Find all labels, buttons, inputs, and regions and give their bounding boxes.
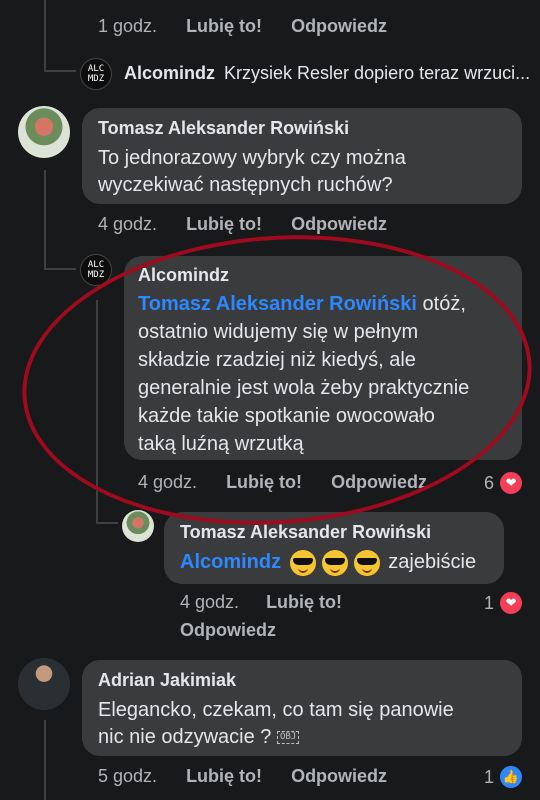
adrian-comment-author[interactable]: Adrian Jakimiak <box>98 670 236 691</box>
alcomindz-reply-line4: generalnie jest wola żeby praktycznie <box>138 377 470 399</box>
thread-line-tomasz <box>44 170 46 270</box>
alcomindz-avatar[interactable]: ALC MDZ <box>80 58 112 90</box>
top-comment-actions: 1 godz. Lubię to! Odpowiedz <box>98 16 387 37</box>
tomasz-comment-author[interactable]: Tomasz Aleksander Rowiński <box>98 118 349 139</box>
tomasz-reply-reply-row: Odpowiedz <box>180 620 276 641</box>
alcomindz-reply-line2: ostatnio widujemy się w pełnym <box>138 321 419 343</box>
heart-icon: ❤ <box>498 470 525 496</box>
alcomindz-reply-actions: 4 godz. Lubię to! Odpowiedz <box>138 472 427 493</box>
alcomindz-reply-mention[interactable]: Tomasz Aleksander Rowiński <box>138 293 417 315</box>
tomasz-reply-author[interactable]: Tomasz Aleksander Rowiński <box>180 522 431 543</box>
tomasz-reply-reaction-count: 1 <box>484 592 495 613</box>
object-placeholder-icon: OBJ <box>277 731 300 745</box>
tomasz-reply-word: zajebiście <box>388 551 477 573</box>
tomasz-reply-avatar[interactable] <box>122 510 154 542</box>
thread-line-top <box>44 0 46 72</box>
reply-preview-author[interactable]: Alcomindz <box>124 63 215 83</box>
avatar-alc-text: ALC MDZ <box>87 64 105 84</box>
adrian-comment-line1: Elegancko, czekam, co tam się panowie <box>98 699 454 721</box>
tomasz-reply-reaction-badge[interactable]: 1 ❤ <box>484 590 525 616</box>
alcomindz-like-button[interactable]: Lubię to! <box>226 472 302 492</box>
adrian-reaction-badge[interactable]: 1 👍 <box>484 764 525 790</box>
adrian-like-button[interactable]: Lubię to! <box>186 766 262 786</box>
tomasz-reply-text: Alcomindz zajebiście <box>180 548 476 576</box>
adrian-reply-button[interactable]: Odpowiedz <box>291 766 387 786</box>
alcomindz-reply-text-first: otóż, <box>422 293 466 315</box>
tomasz-comment-line2: wyczekiwać następnych ruchów? <box>98 174 393 196</box>
alcomindz-reaction-count: 6 <box>484 472 495 493</box>
reply-preview-text: Krzysiek Resler dopiero teraz wrzuci... <box>224 63 531 83</box>
sunglasses-emoji-icon <box>289 549 316 576</box>
alcomindz-reply-avatar[interactable]: ALC MDZ <box>80 254 112 286</box>
alcomindz-reply-line3: składzie rzadziej niż kiedyś, ale <box>138 349 416 371</box>
tomasz-reply-actions: 4 godz. Lubię to! <box>180 592 342 613</box>
thread-line-top-branch <box>44 70 76 72</box>
adrian-comment-line2-text: nic nie odzywacie ? <box>98 726 272 748</box>
reply-preview[interactable]: Alcomindz Krzysiek Resler dopiero teraz … <box>124 63 534 84</box>
tomasz-comment-line1: To jednorazowy wybryk czy można <box>98 147 406 169</box>
adrian-comment-line2: nic nie odzywacie ? OBJ <box>98 723 300 751</box>
tomasz-reply-mention[interactable]: Alcomindz <box>180 551 281 573</box>
tomasz-comment-time: 4 godz. <box>98 214 158 234</box>
alcomindz-reply-button[interactable]: Odpowiedz <box>331 472 427 492</box>
alcomindz-reply-bubble: Alcomindz Tomasz Aleksander Rowiński otó… <box>124 256 522 460</box>
alcomindz-reaction-badge[interactable]: 6 ❤ <box>484 470 525 496</box>
avatar-alc-text-2: ALC MDZ <box>87 260 105 280</box>
thread-line-alc-branch <box>96 522 118 524</box>
thumbs-up-icon: 👍 <box>498 764 525 790</box>
alcomindz-reply-line5: każde takie spotkanie owocowało <box>138 405 435 427</box>
alcomindz-reply-time: 4 godz. <box>138 472 198 492</box>
heart-icon: ❤ <box>498 590 525 616</box>
top-comment-time: 1 godz. <box>98 16 158 36</box>
sunglasses-emoji-icon <box>321 549 348 576</box>
thread-line-bottom <box>44 720 46 800</box>
tomasz-comment-actions: 4 godz. Lubię to! Odpowiedz <box>98 214 387 235</box>
adrian-comment-time: 5 godz. <box>98 766 158 786</box>
top-like-button[interactable]: Lubię to! <box>186 16 262 36</box>
adrian-avatar[interactable] <box>18 658 70 710</box>
tomasz-comment-bubble: Tomasz Aleksander Rowiński To jednorazow… <box>82 108 522 204</box>
top-reply-button[interactable]: Odpowiedz <box>291 16 387 36</box>
tomasz-avatar[interactable] <box>18 106 70 158</box>
adrian-comment-bubble: Adrian Jakimiak Elegancko, czekam, co ta… <box>82 660 522 756</box>
tomasz-reply-time: 4 godz. <box>180 592 240 612</box>
tomasz-reply-bubble: Tomasz Aleksander Rowiński Alcomindz zaj… <box>164 512 504 584</box>
sunglasses-emoji-icon <box>353 549 380 576</box>
tomasz-like-button[interactable]: Lubię to! <box>186 214 262 234</box>
thread-line-alc <box>96 300 98 524</box>
adrian-comment-actions: 5 godz. Lubię to! Odpowiedz <box>98 766 387 787</box>
tomasz-reply-reply-button[interactable]: Odpowiedz <box>180 620 276 640</box>
tomasz-reply-button[interactable]: Odpowiedz <box>291 214 387 234</box>
alcomindz-reply-author[interactable]: Alcomindz <box>138 265 229 286</box>
alcomindz-reply-line6: taką luźną wrzutką <box>138 433 304 455</box>
thread-line-tomasz-branch <box>44 268 76 270</box>
alcomindz-reply-line1: Tomasz Aleksander Rowiński otóż, <box>138 290 466 318</box>
adrian-reaction-count: 1 <box>484 766 495 787</box>
tomasz-reply-like-button[interactable]: Lubię to! <box>266 592 342 612</box>
